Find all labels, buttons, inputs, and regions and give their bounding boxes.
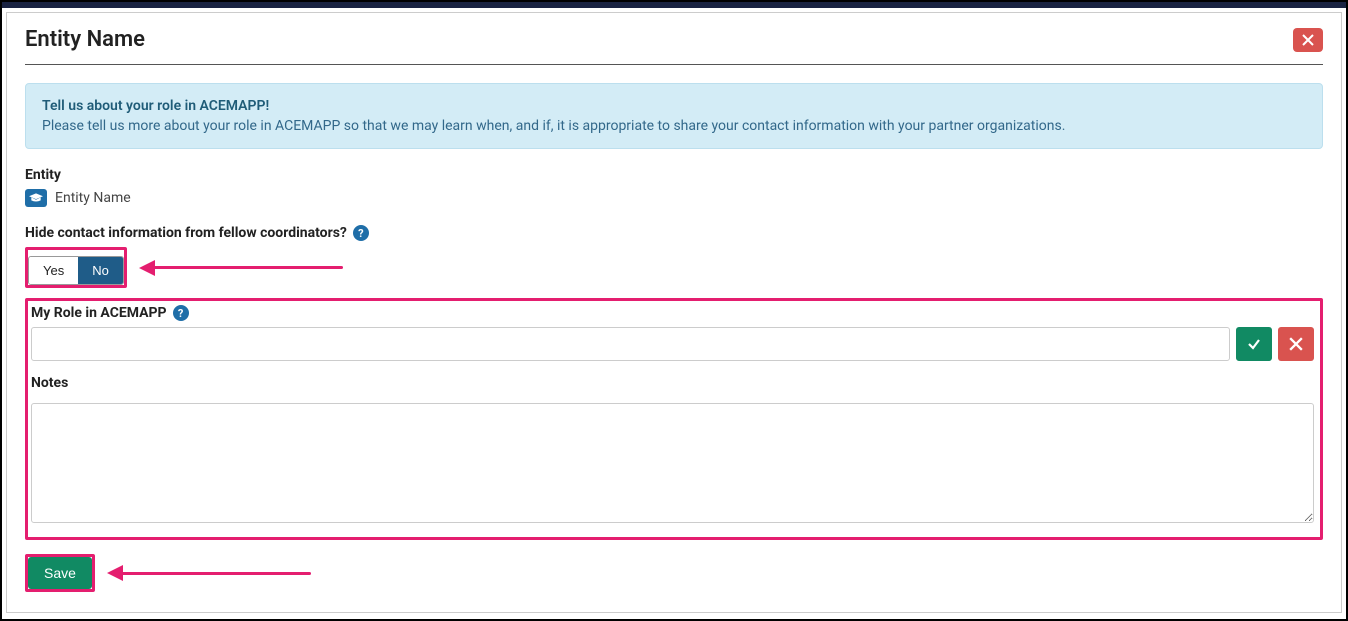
help-icon[interactable]: ?	[353, 225, 369, 241]
role-cancel-button[interactable]	[1278, 327, 1314, 361]
info-card-text: Please tell us more about your role in A…	[42, 118, 1306, 134]
role-input[interactable]	[31, 327, 1230, 361]
close-button[interactable]	[1293, 28, 1323, 52]
save-row: Save	[25, 554, 1323, 592]
hide-contact-label: Hide contact information from fellow coo…	[25, 225, 1323, 241]
graduation-cap-icon	[25, 189, 47, 207]
toggle-yes-button[interactable]: Yes	[29, 257, 78, 284]
entity-value: Entity Name	[55, 190, 131, 206]
toggle-no-button[interactable]: No	[78, 257, 123, 284]
role-label: My Role in ACEMAPP ?	[31, 305, 1314, 321]
save-annotation-box: Save	[25, 554, 95, 592]
close-icon	[1289, 337, 1303, 351]
save-button[interactable]: Save	[28, 557, 92, 589]
entity-label: Entity	[25, 167, 1323, 183]
check-icon	[1247, 337, 1261, 351]
notes-label: Notes	[31, 375, 1314, 391]
main-panel: Entity Name Tell us about your role in A…	[6, 12, 1342, 613]
close-icon	[1302, 34, 1314, 46]
outer-frame: Entity Name Tell us about your role in A…	[0, 0, 1348, 621]
role-confirm-button[interactable]	[1236, 327, 1272, 361]
role-input-row	[31, 327, 1314, 361]
toggle-annotation-box: Yes No	[25, 247, 127, 288]
help-icon[interactable]: ?	[173, 305, 189, 321]
notes-textarea[interactable]	[31, 403, 1314, 523]
panel-title: Entity Name	[25, 27, 145, 52]
info-card: Tell us about your role in ACEMAPP! Plea…	[25, 83, 1323, 149]
panel-header: Entity Name	[25, 27, 1323, 65]
info-card-title: Tell us about your role in ACEMAPP!	[42, 98, 1306, 114]
top-accent-bar	[2, 2, 1346, 8]
annotation-arrow	[139, 260, 343, 276]
annotation-arrow	[107, 565, 311, 581]
hide-contact-toggle: Yes No	[28, 256, 124, 285]
entity-row: Entity Name	[25, 189, 1323, 207]
role-section-annotation-box: My Role in ACEMAPP ? Notes	[25, 298, 1323, 540]
